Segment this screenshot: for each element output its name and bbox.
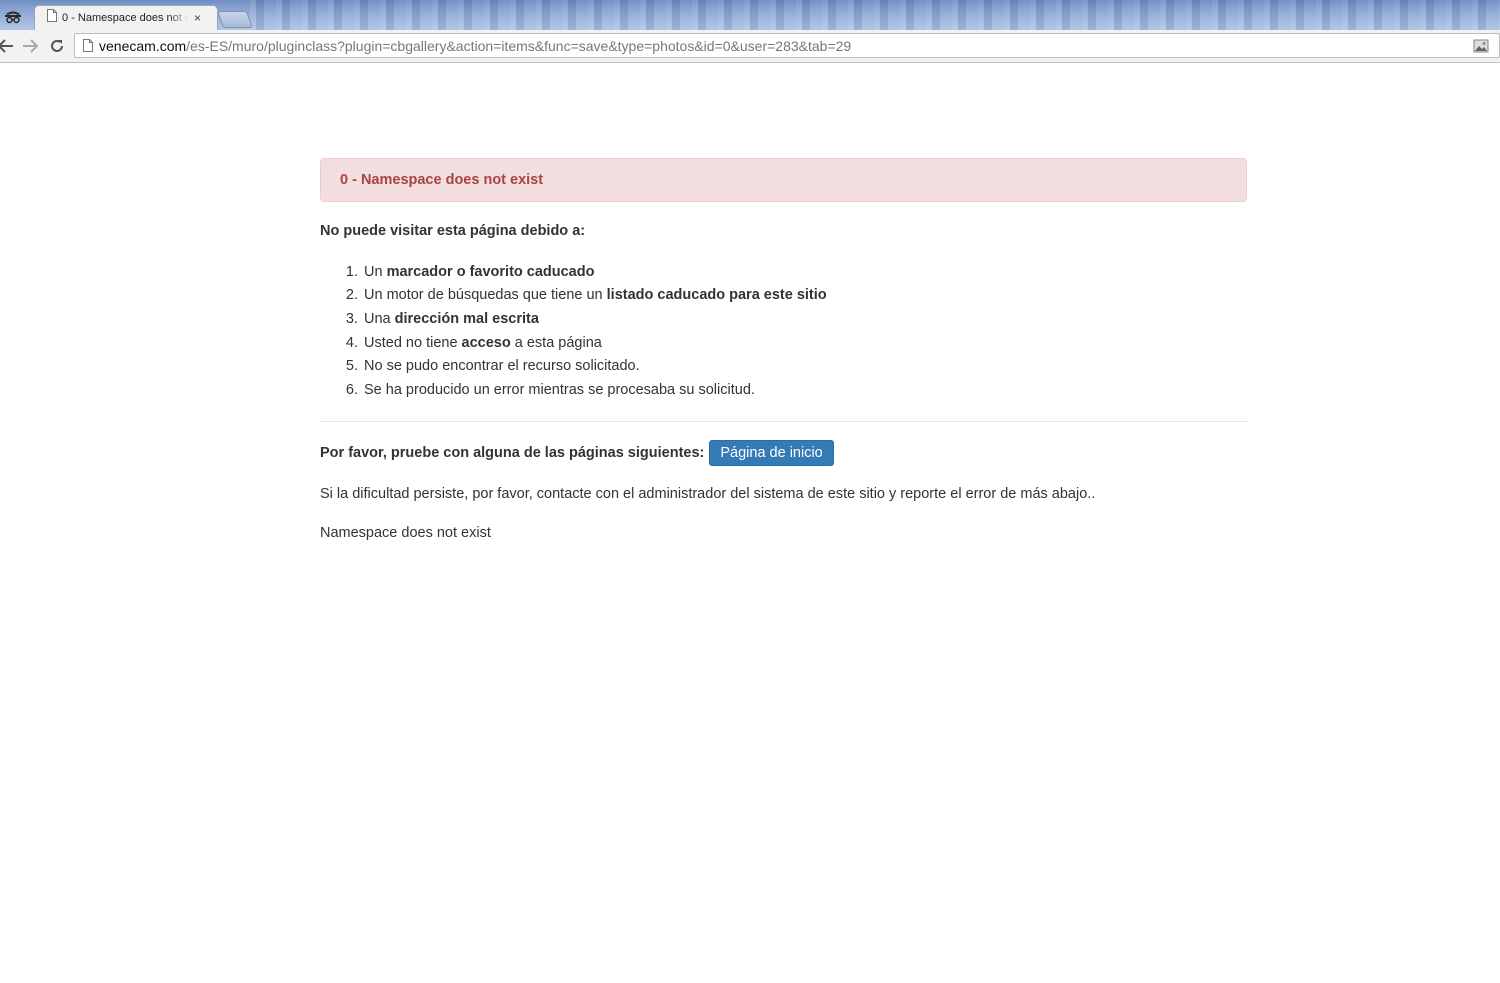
suggestion-label: Por favor, pruebe con alguna de las pági…: [320, 444, 705, 461]
forward-arrow-icon[interactable]: [20, 36, 40, 56]
list-number: 5.: [345, 358, 358, 375]
url-path: /es-ES/muro/pluginclass?plugin=cbgallery…: [186, 37, 852, 54]
url-host: venecam.com: [99, 37, 187, 54]
alert-text: 0 - Namespace does not exist: [340, 172, 544, 188]
page-icon: [83, 39, 93, 52]
reason-title: No puede visitar esta página debido a:: [320, 223, 586, 239]
browser-toolbar: venecam.com/es-ES/muro/pluginclass?plugi…: [0, 30, 1500, 63]
list-text-normal: Una: [364, 310, 395, 327]
error-message: Namespace does not exist: [320, 524, 491, 541]
browser-tab[interactable]: 0 - Namespace does not exist ×: [34, 5, 218, 30]
list-text: Un motor de búsquedas que tiene un lista…: [364, 285, 827, 305]
reload-icon[interactable]: [47, 36, 67, 56]
list-text-bold: marcador o favorito caducado: [386, 263, 595, 280]
incognito-icon[interactable]: [0, 4, 26, 28]
list-number: 4.: [345, 334, 358, 351]
list-text-normal: Usted no tiene: [364, 334, 462, 351]
close-icon[interactable]: ×: [194, 12, 201, 24]
list-text-bold: listado caducado para este sitio: [606, 287, 827, 304]
list-text: Un marcador o favorito caducado: [364, 262, 594, 282]
list-text: Se ha producido un error mientras se pro…: [364, 380, 755, 400]
error-alert: 0 - Namespace does not exist: [320, 158, 1247, 202]
tab-strip: 0 - Namespace does not exist ×: [0, 0, 1500, 30]
tab-title: 0 - Namespace does not exist: [62, 12, 188, 24]
list-item: 6. Se ha producido un error mientras se …: [320, 378, 1247, 402]
divider: [320, 420, 1247, 422]
list-text-normal: Un motor de búsquedas que tiene un: [364, 287, 607, 304]
error-page-content: 0 - Namespace does not exist No puede vi…: [320, 158, 1247, 543]
list-item: 3. Una dirección mal escrita: [320, 307, 1247, 331]
list-text-bold: acceso: [461, 334, 511, 351]
url-text: venecam.com/es-ES/muro/pluginclass?plugi…: [99, 38, 851, 54]
home-page-button[interactable]: Página de inicio: [709, 439, 834, 466]
window-background: [250, 0, 1500, 30]
suggestion-row: Por favor, pruebe con alguna de las pági…: [320, 439, 1247, 466]
list-text: Usted no tiene acceso a esta página: [364, 333, 602, 353]
list-number: 1.: [345, 263, 358, 280]
list-text-normal: Un: [364, 263, 387, 280]
list-text-normal: Se ha producido un error mientras se pro…: [364, 381, 755, 398]
list-number: 6.: [345, 381, 358, 398]
list-text-normal: a esta página: [510, 334, 602, 351]
list-number: 2.: [345, 287, 358, 304]
persist-message: Si la dificultad persiste, por favor, co…: [320, 485, 1096, 502]
list-item: 5. No se pudo encontrar el recurso solic…: [320, 354, 1247, 378]
extension-icon[interactable]: [1473, 38, 1489, 54]
address-bar[interactable]: venecam.com/es-ES/muro/pluginclass?plugi…: [74, 33, 1500, 58]
back-arrow-icon[interactable]: [0, 36, 16, 56]
list-text-normal: No se pudo encontrar el recurso solicita…: [364, 358, 640, 375]
list-item: 4. Usted no tiene acceso a esta página: [320, 331, 1247, 355]
list-text-bold: dirección mal escrita: [394, 310, 539, 327]
list-text: No se pudo encontrar el recurso solicita…: [364, 356, 640, 376]
reason-list: 1. Un marcador o favorito caducado 2. Un…: [320, 260, 1247, 402]
list-number: 3.: [345, 310, 358, 327]
page-icon: [47, 9, 57, 27]
list-item: 2. Un motor de búsquedas que tiene un li…: [320, 284, 1247, 308]
new-tab-button[interactable]: [216, 11, 254, 28]
list-text: Una dirección mal escrita: [364, 309, 539, 329]
list-item: 1. Un marcador o favorito caducado: [320, 260, 1247, 284]
